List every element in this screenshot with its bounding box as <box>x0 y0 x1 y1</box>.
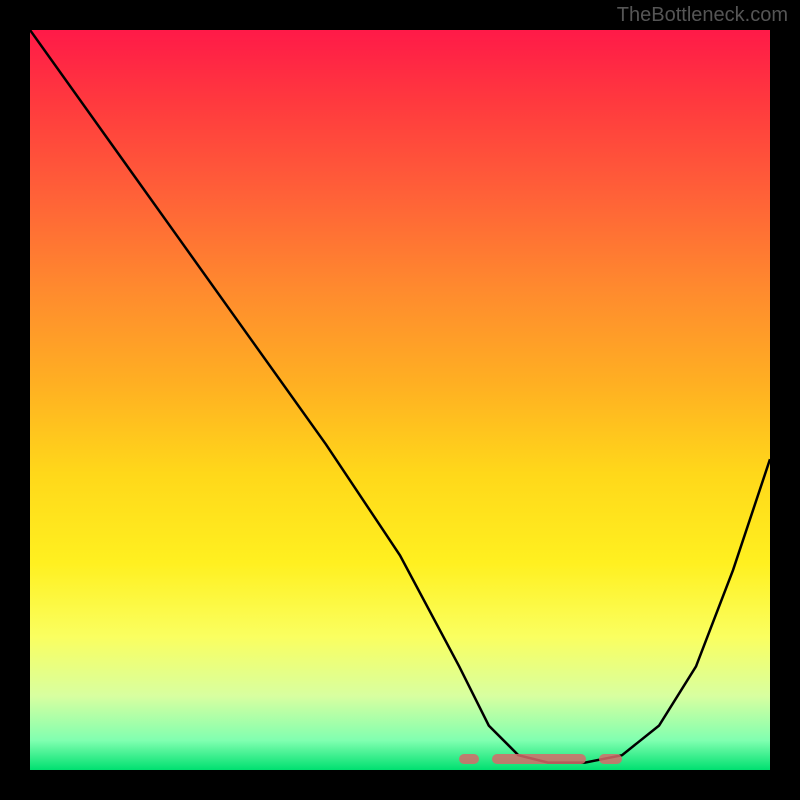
plot-area <box>30 30 770 770</box>
optimal-range-marker-left <box>459 754 479 764</box>
optimal-range-marker-right <box>599 754 622 764</box>
bottleneck-curve-svg <box>30 30 770 770</box>
bottleneck-curve-path <box>30 30 770 763</box>
optimal-range-marker-mid <box>492 754 586 764</box>
watermark-text: TheBottleneck.com <box>617 4 788 27</box>
